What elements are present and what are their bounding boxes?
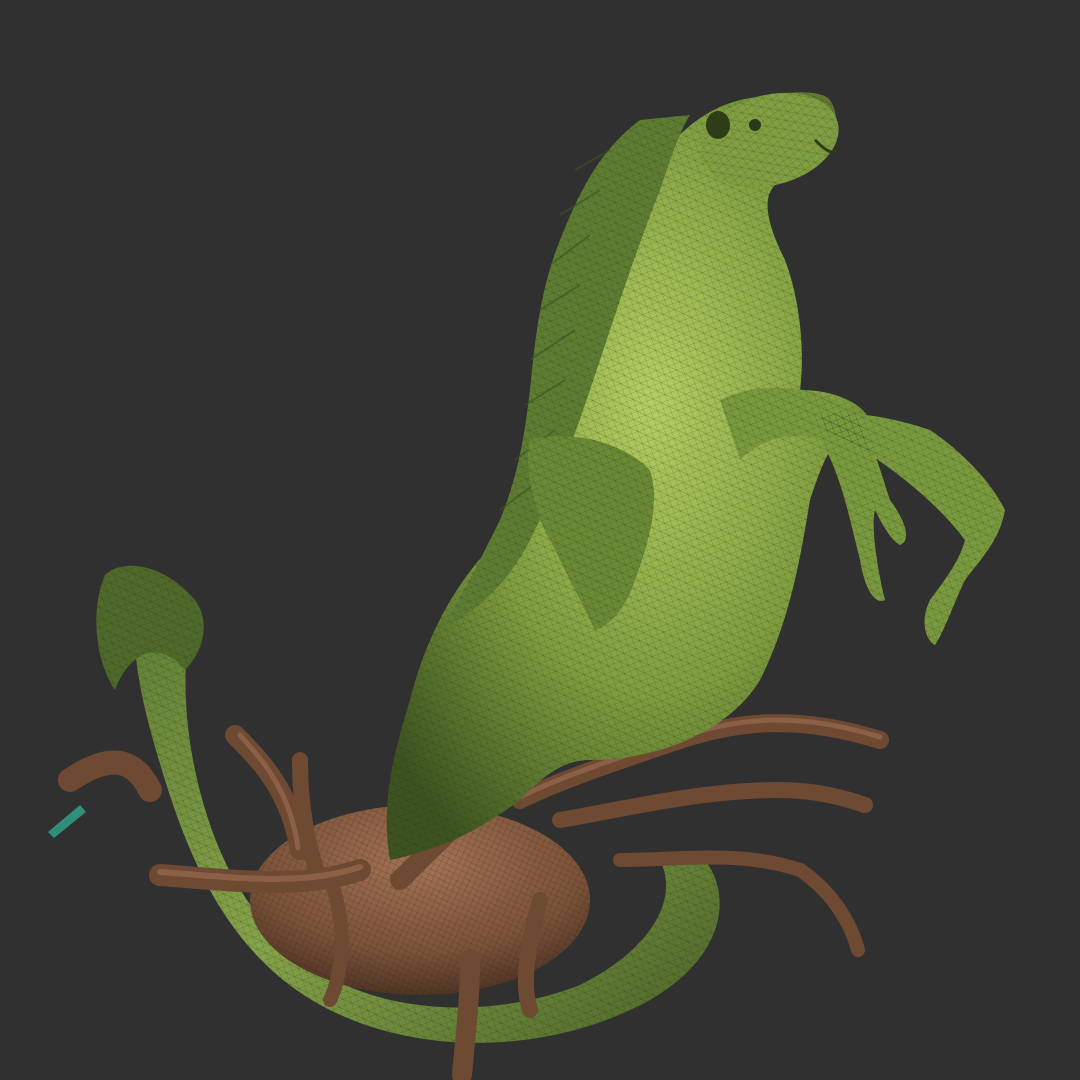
3d-viewport[interactable] bbox=[0, 0, 1080, 1080]
teal-accent bbox=[48, 805, 86, 838]
hippocampus-sculpture-model bbox=[48, 92, 1005, 1080]
